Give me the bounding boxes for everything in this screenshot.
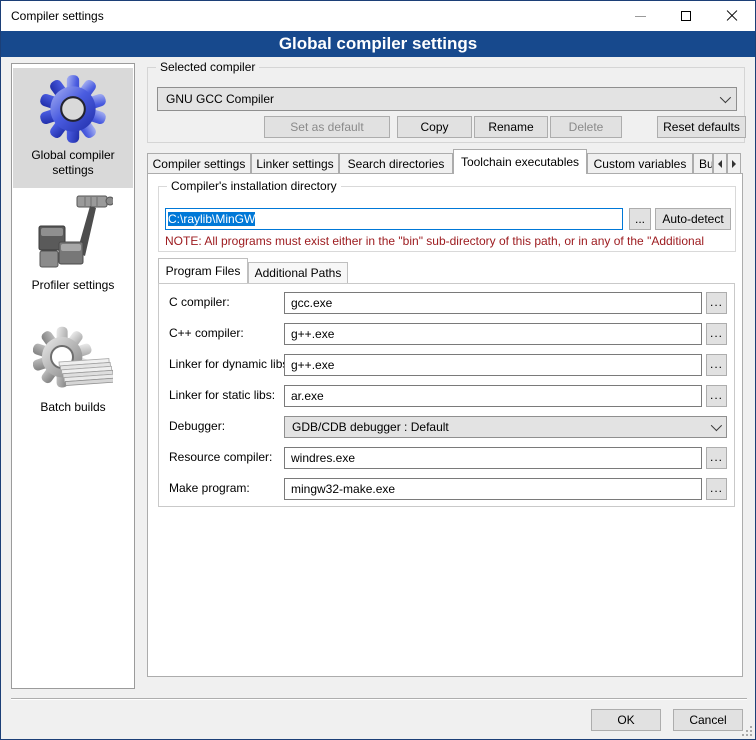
- cpp-compiler-browse-button[interactable]: ...: [706, 323, 727, 345]
- linker-dynamic-browse-button[interactable]: ...: [706, 354, 727, 376]
- window-title: Compiler settings: [1, 9, 104, 23]
- compiler-select[interactable]: GNU GCC Compiler: [157, 87, 737, 111]
- field-row-make-program: Make program: mingw32-make.exe ...: [159, 478, 734, 500]
- page-title: Global compiler settings: [1, 31, 755, 57]
- field-label: C++ compiler:: [169, 326, 244, 340]
- minimize-button[interactable]: [617, 1, 663, 31]
- make-program-browse-button[interactable]: ...: [706, 478, 727, 500]
- group-legend: Compiler's installation directory: [167, 179, 341, 193]
- maximize-icon: [681, 11, 691, 21]
- sidebar-item-label: Profiler settings: [13, 278, 133, 293]
- ok-button[interactable]: OK: [591, 709, 661, 731]
- tab-linker-settings[interactable]: Linker settings: [251, 153, 339, 174]
- field-label: Resource compiler:: [169, 450, 272, 464]
- resource-compiler-browse-button[interactable]: ...: [706, 447, 727, 469]
- resource-compiler-input[interactable]: windres.exe: [284, 447, 702, 469]
- set-as-default-button[interactable]: Set as default: [264, 116, 390, 138]
- c-compiler-input[interactable]: gcc.exe: [284, 292, 702, 314]
- sidebar-item-profiler-settings[interactable]: Profiler settings: [13, 190, 133, 298]
- field-label: Linker for dynamic libs:: [169, 357, 292, 371]
- c-compiler-browse-button[interactable]: ...: [706, 292, 727, 314]
- linker-dynamic-input[interactable]: g++.exe: [284, 354, 702, 376]
- tab-scroll-left-button[interactable]: [713, 153, 727, 174]
- field-label: Debugger:: [169, 419, 225, 433]
- title-bar: Compiler settings: [1, 1, 755, 31]
- caliper-blocks-icon: [33, 194, 113, 276]
- debugger-select[interactable]: GDB/CDB debugger : Default: [284, 416, 727, 438]
- installation-directory-input[interactable]: C:\raylib\MinGW: [165, 208, 623, 230]
- cancel-button[interactable]: Cancel: [673, 709, 743, 731]
- sidebar-item-batch-builds[interactable]: Batch builds: [13, 322, 133, 418]
- selected-text: C:\raylib\MinGW: [168, 212, 255, 226]
- linker-static-browse-button[interactable]: ...: [706, 385, 727, 407]
- field-row-linker-dynamic: Linker for dynamic libs: g++.exe ...: [159, 354, 734, 376]
- linker-static-input[interactable]: ar.exe: [284, 385, 702, 407]
- delete-button[interactable]: Delete: [550, 116, 622, 138]
- program-files-panel: C compiler: gcc.exe ... C++ compiler: g+…: [158, 283, 735, 507]
- subtab-program-files[interactable]: Program Files: [158, 258, 248, 283]
- bin-subdirectory-note: NOTE: All programs must exist either in …: [165, 234, 733, 248]
- auto-detect-button[interactable]: Auto-detect: [655, 208, 731, 230]
- group-legend: Selected compiler: [156, 60, 259, 74]
- settings-category-list: Global compiler settings Profiler settin…: [11, 63, 135, 689]
- copy-button[interactable]: Copy: [397, 116, 472, 138]
- tab-build-options[interactable]: Build options: [693, 153, 713, 174]
- field-label: C compiler:: [169, 295, 230, 309]
- compiler-select-value: GNU GCC Compiler: [166, 92, 274, 106]
- arrow-left-icon: [718, 160, 722, 168]
- field-label: Linker for static libs:: [169, 388, 275, 402]
- subtab-additional-paths[interactable]: Additional Paths: [248, 262, 348, 283]
- field-row-c-compiler: C compiler: gcc.exe ...: [159, 292, 734, 314]
- field-row-debugger: Debugger: GDB/CDB debugger : Default: [159, 416, 734, 438]
- toolchain-executables-page: Compiler's installation directory C:\ray…: [147, 173, 743, 677]
- browse-directory-button[interactable]: ...: [629, 208, 651, 230]
- sidebar-item-label: Global compiler settings: [13, 148, 133, 178]
- caption-buttons: [617, 1, 755, 31]
- chevron-down-icon: [719, 95, 728, 104]
- blue-gear-icon: [36, 72, 110, 146]
- close-button[interactable]: [709, 1, 755, 31]
- close-icon: [726, 10, 738, 22]
- compiler-settings-dialog: Compiler settings Global compiler settin…: [0, 0, 756, 740]
- field-label: Make program:: [169, 481, 250, 495]
- gray-gear-stack-icon: [33, 326, 113, 398]
- selected-compiler-group: Selected compiler GNU GCC Compiler Set a…: [147, 67, 745, 143]
- reset-defaults-button[interactable]: Reset defaults: [657, 116, 746, 138]
- minimize-icon: [635, 16, 646, 17]
- arrow-right-icon: [732, 160, 736, 168]
- maximize-button[interactable]: [663, 1, 709, 31]
- resize-grip[interactable]: [742, 726, 752, 736]
- chevron-down-icon: [710, 423, 719, 432]
- rename-button[interactable]: Rename: [474, 116, 548, 138]
- tab-scroll-right-button[interactable]: [727, 153, 741, 174]
- sidebar-item-global-compiler-settings[interactable]: Global compiler settings: [13, 68, 133, 188]
- cpp-compiler-input[interactable]: g++.exe: [284, 323, 702, 345]
- tab-search-directories[interactable]: Search directories: [339, 153, 453, 174]
- tab-custom-variables[interactable]: Custom variables: [587, 153, 693, 174]
- field-row-linker-static: Linker for static libs: ar.exe ...: [159, 385, 734, 407]
- field-row-resource-compiler: Resource compiler: windres.exe ...: [159, 447, 734, 469]
- tab-compiler-settings[interactable]: Compiler settings: [147, 153, 251, 174]
- debugger-select-value: GDB/CDB debugger : Default: [292, 420, 449, 434]
- field-row-cpp-compiler: C++ compiler: g++.exe ...: [159, 323, 734, 345]
- installation-directory-group: Compiler's installation directory C:\ray…: [158, 186, 736, 252]
- footer-divider: [11, 698, 747, 700]
- make-program-input[interactable]: mingw32-make.exe: [284, 478, 702, 500]
- tab-toolchain-executables[interactable]: Toolchain executables: [453, 149, 587, 174]
- sidebar-item-label: Batch builds: [13, 400, 133, 415]
